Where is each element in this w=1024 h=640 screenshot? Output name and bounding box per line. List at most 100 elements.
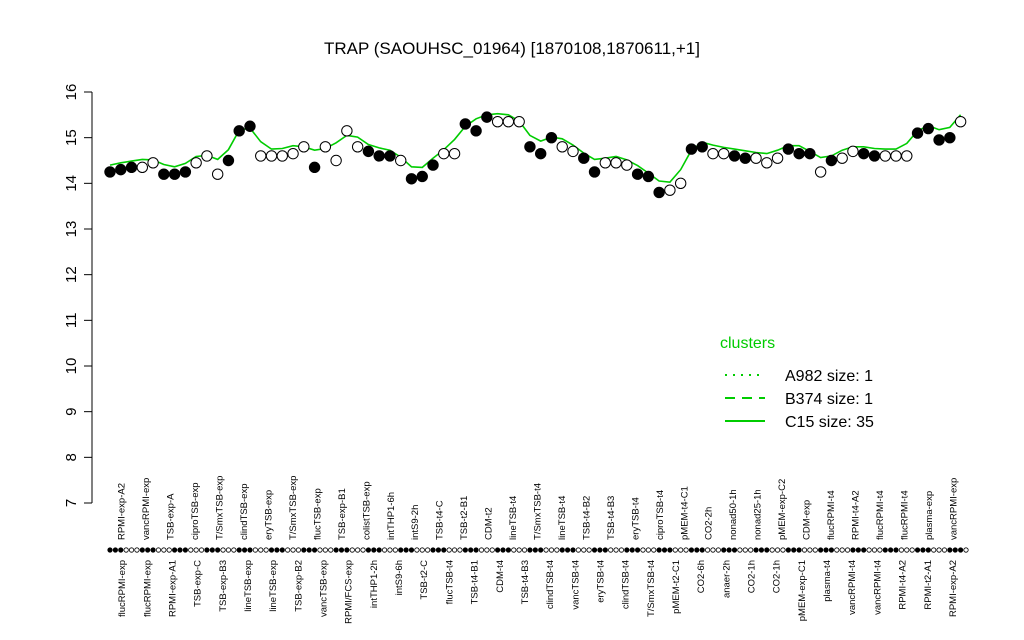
rug-point xyxy=(608,547,614,553)
rug-point xyxy=(231,547,237,553)
data-point xyxy=(578,152,590,164)
rug-point xyxy=(645,547,651,553)
condition-label: lineTSB-t4 xyxy=(508,496,519,540)
condition-label: TSB-exp-B2 xyxy=(293,560,304,612)
condition-label: nonad25-1h xyxy=(753,489,764,540)
condition-label: pMEM-t4-C1 xyxy=(679,486,690,540)
rug-point xyxy=(166,547,172,553)
rug-point xyxy=(855,547,861,553)
condition-label: T/SmxTSB-exp xyxy=(288,476,299,540)
chart: TRAP (SAOUHSC_01964) [1870108,1870611,+1… xyxy=(63,39,969,624)
rug-point xyxy=(581,547,587,553)
condition-label: TSB-t4-B3 xyxy=(606,496,617,540)
condition-label: flucTSB-t4 xyxy=(444,560,455,604)
rug-point xyxy=(295,547,302,553)
data-point xyxy=(599,157,611,169)
data-point xyxy=(674,177,687,190)
rug-point xyxy=(333,547,339,553)
rug-point xyxy=(392,547,398,553)
condition-label: RPMI/FCS-exp xyxy=(344,560,355,624)
condition-label: flucRPMI-exp xyxy=(142,560,153,617)
rug-point xyxy=(748,547,754,553)
rug-point xyxy=(155,547,162,553)
rug-point xyxy=(290,547,296,553)
rug-point xyxy=(893,547,899,553)
condition-label: eryTSB-exp xyxy=(263,490,274,540)
condition-label: clindTSB-t4 xyxy=(621,560,632,609)
rug-point xyxy=(511,547,517,553)
rug-point xyxy=(818,547,824,553)
data-point xyxy=(491,115,504,128)
rug-point xyxy=(220,547,226,553)
condition-label: flucRPMI-t4 xyxy=(826,490,837,540)
data-point xyxy=(847,145,859,158)
rug-point xyxy=(715,547,721,553)
data-point xyxy=(513,115,525,128)
data-point xyxy=(470,125,482,137)
condition-label: vancRPMI-exp xyxy=(948,478,959,540)
condition-label: eryTSB-t4 xyxy=(595,560,606,603)
data-point xyxy=(771,152,784,164)
rug-point xyxy=(387,547,393,553)
data-point xyxy=(685,143,698,155)
condition-label: eryTSB-t4 xyxy=(630,497,641,540)
condition-label: RPMI-exp-A2 xyxy=(948,560,959,617)
rug-point xyxy=(425,547,431,553)
data-point xyxy=(556,141,568,153)
data-point xyxy=(438,147,450,160)
rug-point xyxy=(150,547,156,553)
data-point xyxy=(416,170,428,183)
condition-label: intTHP1-2h xyxy=(369,560,380,608)
data-point xyxy=(545,131,558,144)
legend-title: clusters xyxy=(720,335,775,352)
condition-label: pMEM-exp-C1 xyxy=(797,560,808,621)
condition-label: CO2-1h xyxy=(772,560,783,593)
rug-point xyxy=(774,547,781,553)
condition-labels-lower: flucRPMI-exp flucRPMI-exp RPMI-exp-A1 TSB-e… xyxy=(117,560,959,624)
rug-point xyxy=(640,547,646,553)
rug-point xyxy=(850,547,856,553)
condition-label: anaer-2h xyxy=(721,560,732,598)
rug-point xyxy=(521,547,528,553)
rug-point xyxy=(355,547,361,553)
rug-point xyxy=(139,547,145,553)
rug-point xyxy=(591,547,598,553)
rug-point xyxy=(828,547,835,553)
rug-point xyxy=(618,547,625,553)
rug-point xyxy=(188,547,194,553)
rug-point xyxy=(263,547,269,553)
rug-point xyxy=(769,547,775,553)
condition-label: TSB-exp-A xyxy=(166,493,177,540)
rug-point xyxy=(161,547,167,553)
data-point xyxy=(631,168,644,180)
rug-point xyxy=(414,547,420,553)
data-point xyxy=(168,168,181,180)
data-point xyxy=(502,115,515,128)
rug-point xyxy=(721,547,727,553)
data-point xyxy=(879,150,891,162)
rug-point xyxy=(866,547,872,553)
rug-point xyxy=(624,547,630,553)
condition-label: flucRPMI-t4 xyxy=(899,490,910,540)
condition-label: ciproTSB-exp xyxy=(190,482,201,540)
y-tick-label: 12 xyxy=(63,266,80,283)
rug-point xyxy=(306,547,312,553)
rug-point xyxy=(661,547,668,553)
rug-point xyxy=(898,547,904,553)
rug-point xyxy=(785,547,791,553)
rug-point xyxy=(904,547,910,553)
rug-point xyxy=(963,547,969,553)
rug-point xyxy=(801,547,808,553)
data-point xyxy=(911,127,924,139)
rug-point xyxy=(123,547,129,553)
data-point xyxy=(319,141,332,153)
data-point xyxy=(761,157,773,169)
rug-point xyxy=(473,547,479,553)
legend-label-a982: A982 size: 1 xyxy=(785,368,873,385)
data-point xyxy=(427,159,439,171)
data-point xyxy=(276,150,288,162)
condition-label: vancRPMI-exp xyxy=(141,478,152,540)
data-point xyxy=(255,150,267,162)
rug-point xyxy=(107,547,113,553)
rug-point xyxy=(861,547,867,553)
